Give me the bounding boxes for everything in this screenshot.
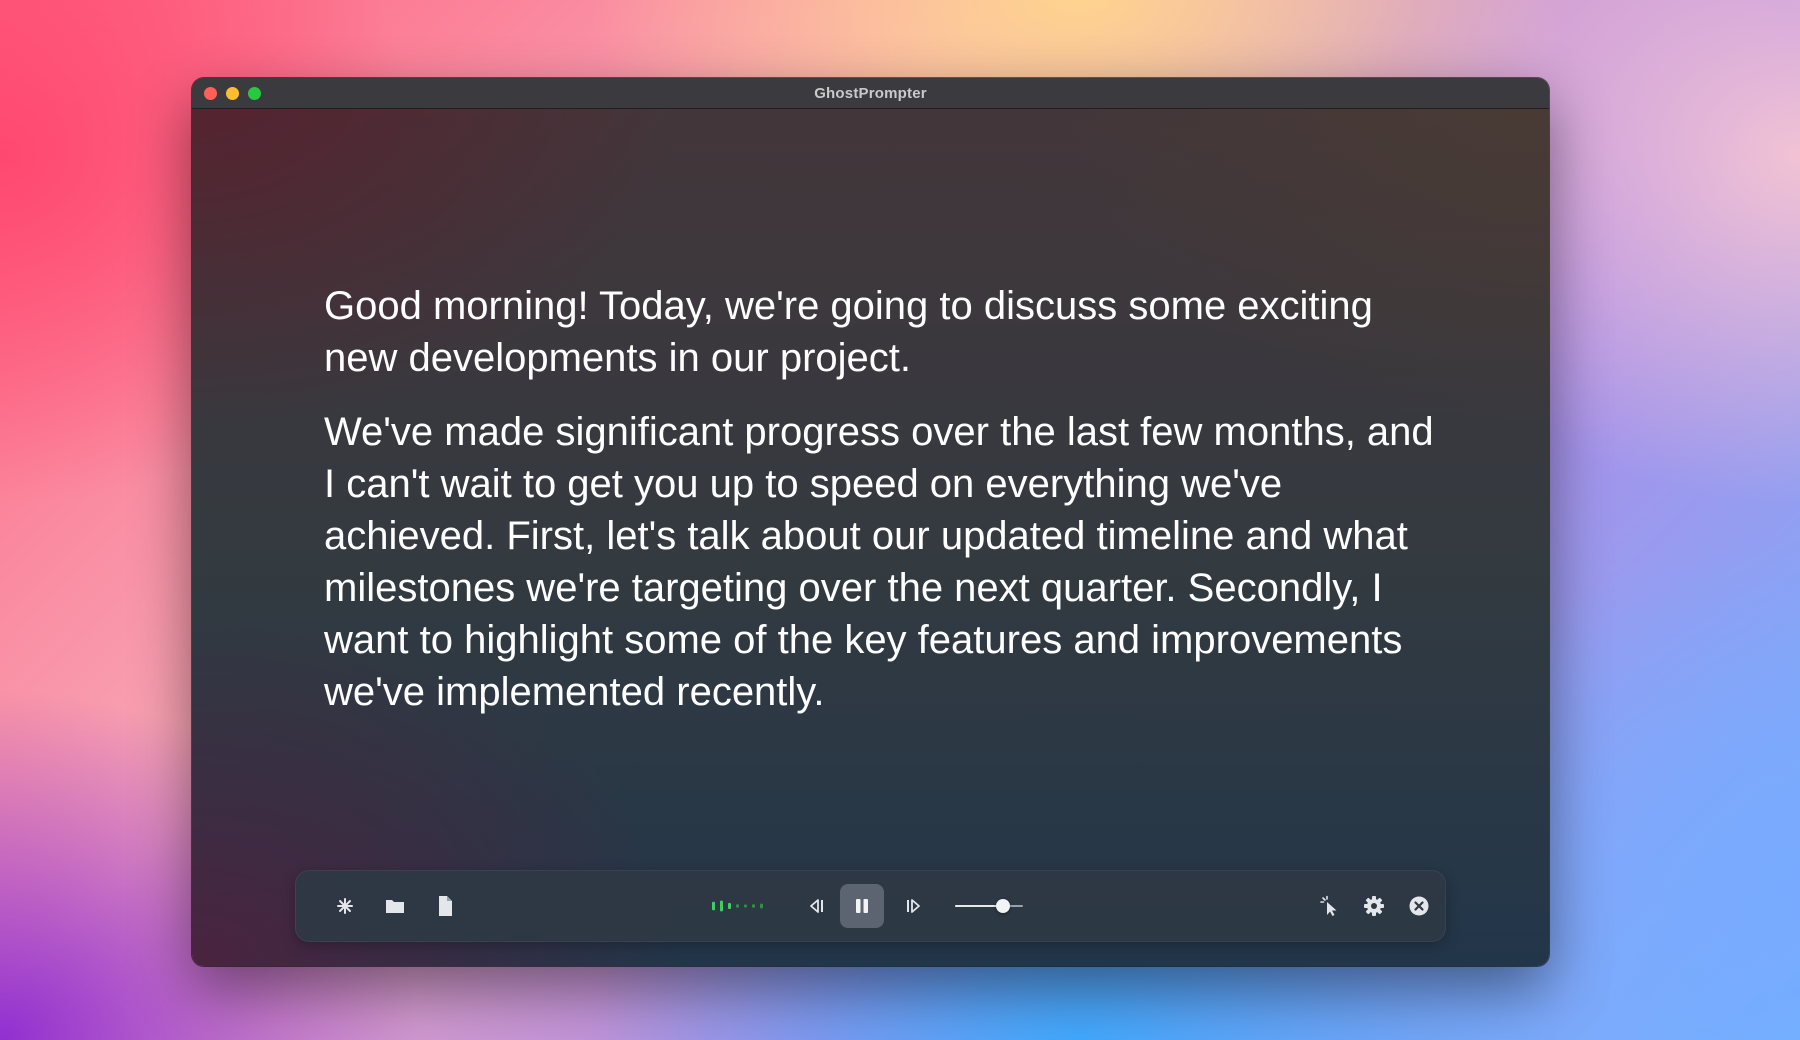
zoom-window-button[interactable] (248, 87, 261, 100)
document-button[interactable] (427, 888, 463, 924)
cursor-button[interactable] (1312, 888, 1348, 924)
audio-level-meter (712, 900, 763, 912)
meter-bar (720, 900, 723, 912)
gear-icon (1364, 896, 1384, 916)
meter-bar (744, 904, 747, 908)
script-paragraph-2: We've made significant progress over the… (324, 410, 1434, 714)
sparkle-button[interactable] (327, 888, 363, 924)
rewind-icon (810, 899, 823, 913)
title-bar[interactable]: GhostPrompter (192, 78, 1549, 109)
close-circle-icon (1409, 896, 1429, 916)
rewind-button[interactable] (798, 888, 834, 924)
app-window: GhostPrompter Good morning! Today, we're… (192, 78, 1549, 966)
slider-thumb[interactable] (995, 899, 1010, 913)
document-icon (439, 896, 452, 916)
meter-bar (712, 901, 715, 911)
settings-button[interactable] (1356, 888, 1392, 924)
close-prompter-button[interactable] (1401, 888, 1437, 924)
meter-bar (736, 904, 739, 908)
minimize-window-button[interactable] (226, 87, 239, 100)
meter-bar (760, 903, 763, 909)
sparkle-icon (337, 898, 353, 914)
pause-icon (856, 899, 868, 913)
meter-bar (728, 903, 731, 909)
pause-button[interactable] (840, 884, 884, 928)
forward-button[interactable] (896, 888, 932, 924)
script-paragraph-1: Good morning! Today, we're going to disc… (324, 284, 1373, 380)
meter-bar (752, 904, 755, 908)
cursor-icon (1320, 895, 1337, 916)
window-controls (204, 87, 261, 100)
window-title: GhostPrompter (814, 84, 927, 102)
speed-slider[interactable] (955, 898, 1023, 914)
folder-icon (386, 900, 404, 913)
script-text-area[interactable]: Good morning! Today, we're going to disc… (324, 280, 1454, 740)
close-window-button[interactable] (204, 87, 217, 100)
open-folder-button[interactable] (377, 888, 413, 924)
forward-icon (907, 899, 920, 913)
control-toolbar (295, 870, 1446, 942)
